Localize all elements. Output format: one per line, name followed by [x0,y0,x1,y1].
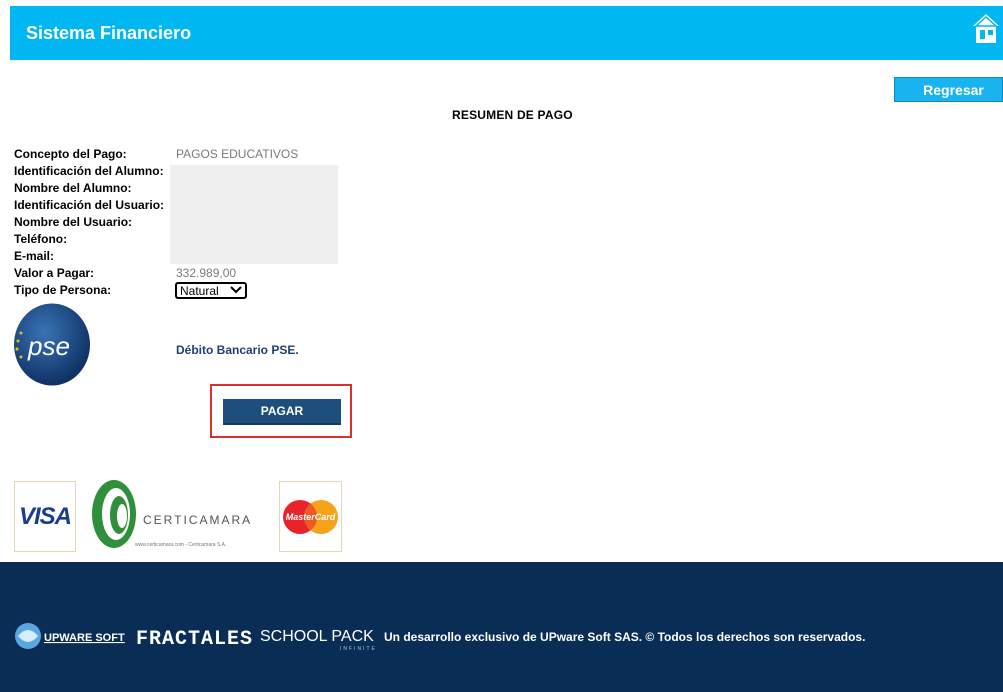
app-title: Sistema Financiero [26,23,192,43]
app-header: Sistema Financiero [10,6,1003,60]
certicamara-url: www.certicamara.com - Certicamara S.A. [135,542,226,548]
pay-button[interactable]: PAGAR [223,399,341,425]
certicamara-text: CERTICAMARA [143,513,252,527]
label-id-usuario: Identificación del Usuario: [14,198,165,212]
pse-logo-text: pse [27,331,70,361]
upware-soft-logo: UPWARE SOFT [15,623,125,649]
pse-debit-link[interactable]: Débito Bancario PSE. [176,343,299,357]
fractales-text: FRACTALES [136,628,253,651]
pse-logo[interactable]: pse [13,303,91,386]
upware-soft-text: UPWARE SOFT [44,632,125,644]
tipo-persona-select[interactable]: Natural [175,282,247,299]
school-pack-logo: SCHOOL PACK INFINITE [260,628,377,652]
label-id-alumno: Identificación del Alumno: [14,164,164,178]
certicamara-logo: CERTICAMARA www.certicamara.com - Certic… [92,480,252,548]
label-telefono: Teléfono: [14,232,68,246]
visa-logo-text: VISA [18,502,72,530]
value-valor: 332.989,00 [176,266,237,280]
chevron-down-icon [230,286,242,294]
mastercard-logo: MasterCard [279,481,342,552]
page-title: RESUMEN DE PAGO [452,108,573,122]
school-pack-subtext: INFINITE [340,646,377,652]
label-email: E-mail: [14,249,55,263]
label-concepto: Concepto del Pago: [14,147,127,161]
footer-brands: UPWARE SOFT FRACTALES SCHOOL PACK INFINI… [14,620,382,652]
fractales-logo: FRACTALES [136,628,253,651]
footer: UPWARE SOFT FRACTALES SCHOOL PACK INFINI… [0,562,1003,692]
label-tipo-persona: Tipo de Persona: [14,283,112,297]
footer-copyright: Un desarrollo exclusivo de UPware Soft S… [384,630,866,644]
value-concepto: PAGOS EDUCATIVOS [176,147,299,161]
mastercard-text: MasterCard [286,512,336,522]
label-valor: Valor a Pagar: [14,266,95,280]
visa-logo: VISA [14,481,76,552]
school-pack-text: SCHOOL PACK [260,628,374,645]
tipo-persona-selected: Natural [180,283,219,298]
back-button[interactable]: Regresar [894,77,1003,102]
redacted-values [170,165,338,264]
label-nombre-alumno: Nombre del Alumno: [14,181,132,195]
label-nombre-usuario: Nombre del Usuario: [14,215,133,229]
home-icon[interactable] [971,12,1001,46]
